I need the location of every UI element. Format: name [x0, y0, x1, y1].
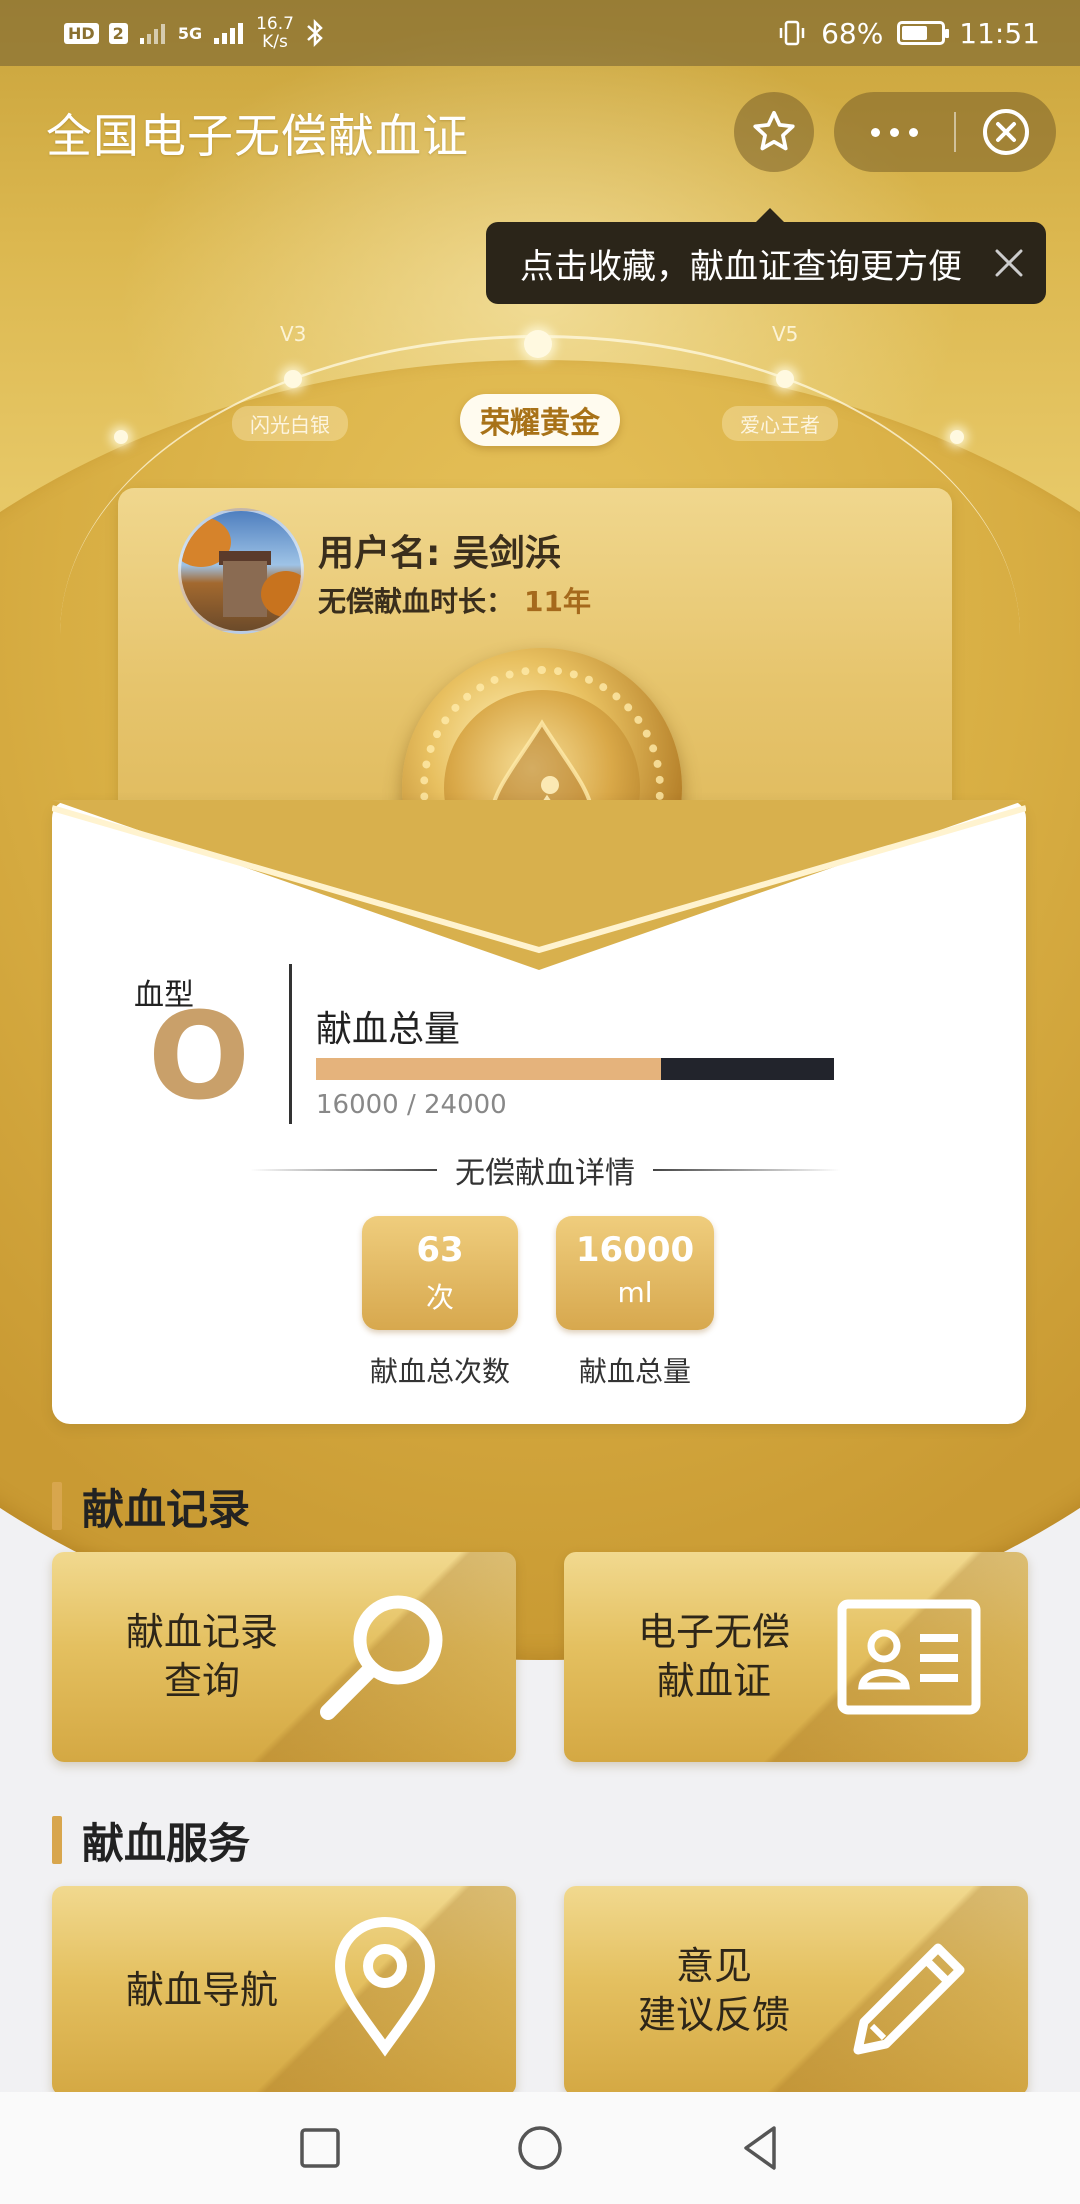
battery-fill	[902, 26, 927, 40]
battery-percent: 68%	[821, 16, 884, 50]
more-dot	[908, 127, 918, 137]
details-heading: 无偿献血详情	[250, 1150, 840, 1191]
app-page: HD 2 5G 16.7 K/s 68% 11:51 全国电子无偿献血证 V3 …	[0, 0, 1080, 2204]
level-dot-v3	[284, 370, 302, 388]
bluetooth-icon	[307, 18, 323, 48]
status-bar: HD 2 5G 16.7 K/s 68% 11:51	[0, 0, 1080, 66]
services-section-title: 献血服务	[52, 1810, 250, 1871]
details-title: 无偿献血详情	[455, 1156, 635, 1191]
pencil-icon	[853, 1943, 965, 2055]
level-dot-v5	[776, 370, 794, 388]
tooltip-close-button[interactable]	[986, 240, 1032, 286]
status-left: HD 2 5G 16.7 K/s	[64, 15, 326, 51]
donation-count-badge: 63 次	[362, 1216, 518, 1330]
favorite-tooltip: 点击收藏，献血证查询更方便	[486, 208, 1046, 304]
donation-duration-value: 11年	[524, 585, 591, 618]
wifi-off-signal-icon	[139, 24, 165, 44]
record-query-label: 献血记录 查询	[125, 1609, 278, 1703]
donation-volume-caption: 献血总量	[578, 1355, 691, 1388]
record-query-tile[interactable]: 献血记录 查询	[52, 1552, 516, 1762]
heading-line-left	[250, 1169, 437, 1171]
triangle-back-icon	[744, 2126, 776, 2170]
close-circle-icon	[983, 109, 1029, 155]
total-volume-label: 献血总量	[316, 1009, 461, 1050]
home-button[interactable]	[510, 2118, 570, 2178]
donation-duration-label: 无偿献血时长：	[318, 585, 515, 618]
more-dot	[889, 127, 899, 137]
donation-count-unit: 次	[425, 1281, 454, 1314]
blood-type-value: O	[148, 988, 251, 1127]
volume-progress-fill	[316, 1058, 662, 1080]
hd-badge: HD	[64, 22, 99, 44]
battery-icon	[897, 21, 950, 45]
e-certificate-tile[interactable]: 电子无偿 献血证	[564, 1552, 1028, 1762]
close-icon	[995, 249, 1023, 277]
level-v3: V3	[280, 322, 307, 346]
speed-unit: K/s	[262, 32, 288, 52]
feedback-label: 意见 建议反馈	[637, 1943, 790, 2037]
page-title: 全国电子无偿献血证	[46, 109, 469, 163]
level-dot-right	[950, 430, 964, 444]
current-level-badge: 荣耀黄金	[460, 394, 620, 446]
info-divider	[289, 964, 292, 1124]
navigation-tile[interactable]: 献血导航	[52, 1886, 516, 2096]
mini-program-capsule	[834, 92, 1056, 172]
map-pin-icon	[334, 1916, 436, 2057]
star-icon	[753, 110, 795, 151]
more-dots-icon	[870, 127, 880, 137]
back-button[interactable]	[730, 2118, 790, 2178]
close-mini-program-button[interactable]	[956, 92, 1056, 172]
feedback-tile[interactable]: 意见 建议反馈	[564, 1886, 1028, 2096]
id-card-icon	[837, 1599, 981, 1715]
donation-volume-unit: ml	[617, 1276, 653, 1309]
system-navigation-bar	[0, 2092, 1080, 2204]
e-certificate-label: 电子无偿 献血证	[637, 1609, 790, 1703]
circle-icon	[518, 2126, 562, 2170]
favorite-button[interactable]	[734, 92, 814, 172]
square-icon	[300, 2128, 340, 2168]
recent-apps-button[interactable]	[290, 2118, 350, 2178]
volume-progress-text: 16000 / 24000	[316, 1090, 507, 1120]
heading-line-right	[653, 1169, 840, 1171]
clock: 11:51	[959, 16, 1040, 50]
speed-value: 16.7	[256, 14, 294, 34]
donation-duration: 无偿献血时长： 11年	[318, 580, 591, 620]
navigation-label: 献血导航	[125, 1968, 278, 2013]
donation-count-caption: 献血总次数	[369, 1355, 510, 1388]
status-right: 68% 11:51	[777, 17, 1040, 50]
level-dot-left	[114, 430, 128, 444]
user-name: 用户名: 吴剑浜	[318, 533, 561, 574]
tooltip-text: 点击收藏，献血证查询更方便	[520, 246, 962, 287]
volume-progress-bar	[316, 1058, 834, 1080]
avatar-tree	[261, 571, 301, 617]
donation-volume-badge: 16000 ml	[556, 1216, 714, 1330]
level-dot-v4	[524, 330, 552, 358]
network-type: 5G	[177, 23, 203, 43]
level-name-right: 爱心王者	[722, 406, 838, 441]
donation-count-value: 63	[416, 1230, 464, 1270]
magnifier-icon	[320, 1595, 443, 1720]
level-v5: V5	[772, 322, 799, 346]
level-name-left: 闪光白银	[232, 406, 348, 441]
vibrate-icon	[779, 20, 805, 46]
signal-strength-icon	[214, 23, 244, 44]
donation-volume-value: 16000	[575, 1230, 695, 1270]
avatar[interactable]	[178, 508, 304, 634]
more-button[interactable]	[834, 92, 954, 172]
network-speed: 16.7 K/s	[256, 15, 294, 51]
envelope-flap	[52, 800, 1026, 970]
records-section-title: 献血记录	[52, 1476, 250, 1537]
sim-badge: 2	[108, 22, 128, 44]
